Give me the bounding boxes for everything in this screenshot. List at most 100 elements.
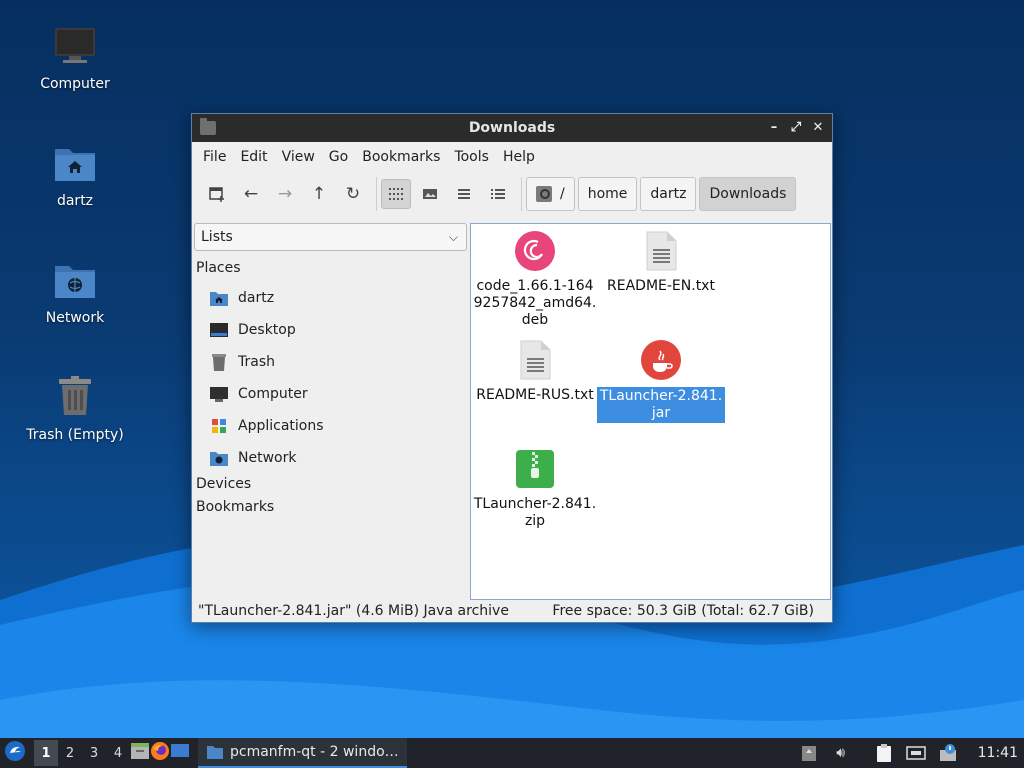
folder-icon	[200, 118, 216, 135]
menu-view[interactable]: View	[275, 142, 322, 172]
desktop-icon-network[interactable]: Network	[15, 256, 135, 326]
detail-list-icon	[491, 189, 505, 199]
workspace-3[interactable]: 3	[82, 740, 106, 766]
compact-view-button[interactable]	[449, 179, 479, 209]
workspace-2[interactable]: 2	[58, 740, 82, 766]
network-folder-icon	[209, 449, 229, 467]
task-pcmanfm[interactable]: pcmanfm-qt - 2 windo…	[198, 738, 407, 768]
sidebar-item-applications[interactable]: Applications	[209, 414, 324, 438]
thumbnail-view-button[interactable]	[415, 179, 445, 209]
toolbar: ← → ↑ ↻ / home dartz Downloads	[192, 172, 832, 216]
arrow-up-icon: ↑	[311, 184, 327, 204]
detailed-view-button[interactable]	[483, 179, 513, 209]
menu-bar: File Edit View Go Bookmarks Tools Help	[192, 142, 832, 172]
file-item-selected[interactable]: TLauncher-2.841. jar	[597, 339, 725, 423]
desktop-icon-trash[interactable]: Trash (Empty)	[15, 373, 135, 443]
side-pane-mode-select[interactable]: Lists ⌵	[194, 223, 467, 251]
breadcrumb-root[interactable]: /	[526, 177, 575, 211]
desktop-icon	[209, 321, 229, 339]
clock[interactable]: 11:41	[978, 745, 1018, 761]
file-item[interactable]: README-EN.txt	[597, 230, 725, 295]
chevron-down-icon: ⌵	[448, 230, 458, 244]
status-bar: "TLauncher-2.841.jar" (4.6 MiB) Java arc…	[192, 600, 832, 622]
reload-icon: ↻	[345, 184, 361, 204]
folder-icon	[207, 746, 223, 759]
trash-icon	[209, 353, 229, 371]
maximize-button[interactable]: ⤢	[788, 120, 804, 136]
side-pane: Lists ⌵ Places dartz Desktop Trash Compu…	[193, 222, 468, 600]
network-status-icon[interactable]	[905, 742, 927, 764]
breadcrumb-home[interactable]: home	[577, 177, 638, 211]
breadcrumb-dartz[interactable]: dartz	[640, 177, 697, 211]
window-titlebar[interactable]: Downloads – ⤢ ✕	[192, 114, 832, 142]
applications-icon	[209, 417, 229, 435]
root-drive-icon	[536, 186, 552, 202]
devices-header[interactable]: Devices	[196, 476, 251, 492]
bookmarks-header[interactable]: Bookmarks	[196, 499, 274, 515]
taskbar: 1 2 3 4 pcmanfm-qt - 2 windo… 🔊︎ 11:41	[0, 738, 1024, 768]
java-icon	[640, 339, 682, 381]
workspace-4[interactable]: 4	[106, 740, 130, 766]
text-file-icon	[640, 230, 682, 272]
desktop-icon-dartz[interactable]: dartz	[15, 139, 135, 209]
menu-go[interactable]: Go	[322, 142, 355, 172]
system-tray: 🔊︎ 11:41	[793, 738, 1024, 768]
sidebar-item-dartz[interactable]: dartz	[209, 286, 274, 310]
forward-button[interactable]: →	[270, 179, 300, 209]
grid-view-icon	[389, 188, 403, 200]
network-folder-icon	[51, 256, 99, 304]
sidebar-item-desktop[interactable]: Desktop	[209, 318, 296, 342]
desktop-icon-computer[interactable]: Computer	[15, 22, 135, 92]
arrow-left-icon: ←	[243, 184, 259, 204]
file-manager-icon	[131, 743, 149, 759]
arrow-right-icon: →	[277, 184, 293, 204]
up-button[interactable]: ↑	[304, 179, 334, 209]
new-tab-button[interactable]	[202, 179, 232, 209]
app-menu-button[interactable]	[4, 740, 30, 766]
breadcrumb-downloads[interactable]: Downloads	[699, 177, 797, 211]
menu-help[interactable]: Help	[496, 142, 542, 172]
home-folder-icon	[209, 289, 229, 307]
trash-icon	[51, 373, 99, 421]
file-item[interactable]: TLauncher-2.841. zip	[471, 448, 599, 530]
file-manager-window: Downloads – ⤢ ✕ File Edit View Go Bookma…	[191, 113, 833, 623]
desktop-icon	[171, 744, 189, 757]
new-tab-icon	[209, 187, 224, 202]
compact-list-icon	[458, 189, 470, 199]
sidebar-item-network[interactable]: Network	[209, 446, 296, 470]
debian-package-icon	[514, 230, 556, 272]
computer-icon	[209, 385, 229, 403]
zip-archive-icon	[514, 448, 556, 490]
status-free-space: Free space: 50.3 GiB (Total: 62.7 GiB)	[552, 603, 814, 619]
show-desktop-button[interactable]	[170, 742, 190, 764]
firefox-launcher[interactable]	[150, 741, 170, 765]
home-folder-icon	[51, 139, 99, 187]
workspace-1[interactable]: 1	[34, 740, 58, 766]
close-button[interactable]: ✕	[810, 120, 826, 136]
status-selection: "TLauncher-2.841.jar" (4.6 MiB) Java arc…	[198, 603, 509, 619]
file-manager-launcher[interactable]	[130, 742, 150, 764]
sidebar-item-trash[interactable]: Trash	[209, 350, 275, 374]
file-item[interactable]: README-RUS.txt	[471, 339, 599, 404]
menu-file[interactable]: File	[196, 142, 233, 172]
file-view[interactable]: code_1.66.1-164 9257842_amd64. deb README-…	[470, 223, 831, 600]
volume-icon[interactable]: 🔊︎	[830, 742, 852, 764]
firefox-icon	[151, 742, 169, 760]
clipboard-icon[interactable]	[873, 742, 895, 764]
menu-edit[interactable]: Edit	[233, 142, 274, 172]
back-button[interactable]: ←	[236, 179, 266, 209]
window-title: Downloads	[468, 120, 556, 136]
file-item[interactable]: code_1.66.1-164 9257842_amd64. deb	[471, 230, 599, 329]
lubuntu-logo-icon	[5, 741, 25, 761]
text-file-icon	[514, 339, 556, 381]
places-header[interactable]: Places	[196, 260, 241, 276]
sidebar-item-computer[interactable]: Computer	[209, 382, 308, 406]
update-notifier-icon[interactable]	[937, 742, 959, 764]
menu-bookmarks[interactable]: Bookmarks	[355, 142, 447, 172]
removable-media-icon[interactable]	[798, 742, 820, 764]
reload-button[interactable]: ↻	[338, 179, 368, 209]
icon-view-button[interactable]	[381, 179, 411, 209]
computer-icon	[51, 22, 99, 70]
minimize-button[interactable]: –	[766, 120, 782, 136]
menu-tools[interactable]: Tools	[447, 142, 496, 172]
